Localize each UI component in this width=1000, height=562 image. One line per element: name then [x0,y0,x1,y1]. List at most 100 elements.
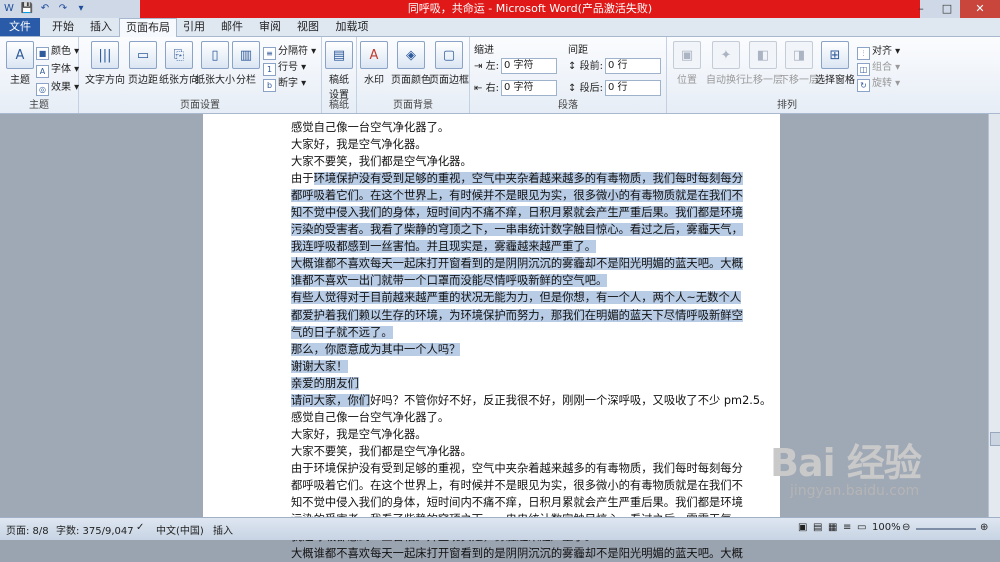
view-print-layout-icon[interactable]: ▣ [798,522,807,533]
indent-heading: 缩进 [474,45,494,56]
document-line[interactable]: 有些人觉得对于目前越来越严重的状况无能为力，但是你想，有一个人，两个人~无数个人 [291,289,742,306]
manuscript-setup-button[interactable]: ▤ 稿纸 设置 [322,41,356,101]
columns-button[interactable]: ▥ 分栏 [231,41,261,86]
watermark-label: 水印 [364,75,384,86]
position-button[interactable]: ▣ 位置 [669,41,705,86]
document-line[interactable]: 谢谢大家！ [291,358,701,375]
selected-text: 谁都不喜欢一出门就带一个口罩而没能尽情呼吸新鲜的空气吧。 [291,274,608,288]
status-insert-mode[interactable]: 插入 [213,522,233,537]
bring-forward-label: 上移一层 [743,75,783,86]
document-line[interactable]: 大家不要笑，我们都是空气净化器。 [291,443,701,460]
document-line[interactable]: 感觉自己像一台空气净化器了。 [291,119,701,136]
line-text: 大概谁都不喜欢每天一起床打开窗看到的是阴阴沉沉的雾霾却不是阳光明媚的蓝天吧。大概 [291,547,743,561]
spacing-before-spinner[interactable]: ↕ 段前: 0 行 [568,57,661,74]
document-page[interactable]: 感觉自己像一台空气净化器了。 大家好，我是空气净化器。 大家不要笑，我们都是空气净化… [203,114,780,560]
hyphenation-button[interactable]: b 断字 ▾ [263,74,306,92]
page-color-button[interactable]: ◈ 页面颜色 [391,41,431,86]
document-line[interactable]: 都呼吸着它们。在这个世界上，有时候并不是眼见为实，很多微小的有毒物质就是在我们不 [291,477,743,494]
selection-pane-button[interactable]: ⊞ 选择窗格 [815,41,855,86]
spacing-before-value[interactable]: 0 行 [604,58,661,74]
spacing-after-icon: ↕ [568,83,577,94]
document-line[interactable]: 感觉自己像一台空气净化器了。 [291,409,701,426]
margins-label: 页边距 [128,75,158,86]
selected-text: 我连呼吸都感到一丝害怕。并且现实是，雾霾越来越严重了。 [291,240,597,254]
document-line[interactable]: 气的日子就不远了。 [291,324,701,341]
themes-button[interactable]: A 主题 [2,41,38,86]
document-line[interactable]: 请问大家，你们好吗？不管你好不好，反正我很不好，刚刚一个深呼吸，又吸收了不少 p… [291,392,771,409]
zoom-out-icon[interactable]: ⊖ [902,522,910,533]
spelling-check-icon[interactable]: ✓ [136,522,144,533]
orientation-button[interactable]: ⎘ 纸张方向 [159,41,199,86]
hyphenation-icon: b [263,79,276,92]
tab-view[interactable]: 视图 [292,18,324,36]
indent-left-value[interactable]: 0 字符 [500,58,557,74]
document-line[interactable]: 知不觉中侵入我们的身体，短时间内不痛不痒，日积月累就会产生严重后果。我们都是环境 [291,494,743,511]
status-page-count[interactable]: 页面: 8/8 [6,522,49,537]
document-line[interactable]: 大家好，我是空气净化器。 [291,136,701,153]
document-line[interactable]: 由于环境保护没有受到足够的重视，空气中夹杂着越来越多的有毒物质，我们每时每刻每分 [291,170,743,187]
tab-insert[interactable]: 插入 [84,18,118,36]
document-line[interactable]: 知不觉中侵入我们的身体，短时间内不痛不痒，日积月累就会产生严重后果。我们都是环境 [291,204,743,221]
baidu-logo: Bai 经验 [770,441,922,485]
document-line[interactable]: 大概谁都不喜欢每天一起床打开窗看到的是阴阴沉沉的雾霾却不是阳光明媚的蓝天吧。大概 [291,255,743,272]
scrollbar-thumb[interactable] [990,432,1000,446]
zoom-in-icon[interactable]: ⊕ [980,522,988,533]
bring-forward-icon: ◧ [749,41,777,69]
paper-size-button[interactable]: ▯ 纸张大小 [195,41,235,86]
document-body[interactable]: 感觉自己像一台空气净化器了。 大家好，我是空气净化器。 大家不要笑，我们都是空气净化… [291,119,771,562]
close-button[interactable]: ✕ [960,0,1000,18]
view-draft-icon[interactable]: ▭ [857,522,866,533]
document-line[interactable]: 都呼吸着它们。在这个世界上，有时候并不是眼见为实，很多微小的有毒物质就是在我们不 [291,187,743,204]
indent-right-value[interactable]: 0 字符 [500,80,557,96]
undo-icon[interactable]: ↶ [38,1,52,15]
theme-fonts-button[interactable]: A 字体 ▾ [36,60,79,78]
view-outline-icon[interactable]: ≡ [843,522,851,533]
status-word-count[interactable]: 字数: 375/9,047 [56,522,134,537]
rotate-button[interactable]: ↻ 旋转 ▾ [857,74,900,92]
indent-left-spinner[interactable]: ⇥ 左: 0 字符 [474,57,557,74]
document-line[interactable]: 由于环境保护没有受到足够的重视，空气中夹杂着越来越多的有毒物质，我们每时每刻每分 [291,460,743,477]
tab-page-layout[interactable]: 页面布局 [119,18,177,37]
zoom-slider[interactable] [916,528,976,530]
watermark-button[interactable]: A 水印 [357,41,391,86]
text-direction-button[interactable]: ||| 文字方向 [83,41,127,86]
view-full-screen-icon[interactable]: ▤ [813,522,822,533]
document-line[interactable]: 那么，你愿意成为其中一个人吗？ [291,341,701,358]
document-line[interactable]: 都爱护着我们赖以生存的环境，为环境保护而努力，那我们在明媚的蓝天下尽情呼吸新鲜空 [291,307,743,324]
document-line[interactable]: 大家不要笑，我们都是空气净化器。 [291,153,701,170]
wrap-text-button[interactable]: ✦ 自动换行 [705,41,747,86]
document-line[interactable]: 我连呼吸都感到一丝害怕。并且现实是，雾霾越来越严重了。 [291,238,701,255]
tab-review[interactable]: 审阅 [254,18,286,36]
page-borders-button[interactable]: ▢ 页面边框 [429,41,469,86]
status-zoom-level[interactable]: 100% [872,522,901,533]
tab-home[interactable]: 开始 [44,18,82,36]
bring-forward-button[interactable]: ◧ 上移一层 [743,41,783,86]
spacing-after-spinner[interactable]: ↕ 段后: 0 行 [568,79,661,96]
tab-addins[interactable]: 加载项 [330,18,374,36]
document-line[interactable]: 亲爱的朋友们 [291,375,701,392]
spacing-after-value[interactable]: 0 行 [604,80,661,96]
send-backward-button[interactable]: ◨ 下移一层 [779,41,819,86]
margins-button[interactable]: ▭ 页边距 [125,41,161,86]
tab-mailings[interactable]: 邮件 [216,18,248,36]
word-app-icon[interactable]: W [2,1,16,15]
view-web-layout-icon[interactable]: ▦ [828,522,837,533]
tab-file[interactable]: 文件 [0,18,40,36]
theme-effects-button[interactable]: ◎ 效果 ▾ [36,78,79,96]
save-icon[interactable]: 💾 [20,1,34,15]
document-line[interactable]: 谁都不喜欢一出门就带一个口罩而没能尽情呼吸新鲜的空气吧。 [291,272,701,289]
document-line[interactable]: 污染的受害者。我看了柴静的穹顶之下，一串串统计数字触目惊心。看过之后，雾霾天气， [291,221,743,238]
redo-icon[interactable]: ↷ [56,1,70,15]
customize-qa-icon[interactable]: ▾ [74,1,88,15]
minimize-button[interactable]: – [908,0,934,18]
maximize-button[interactable]: □ [934,0,960,18]
tab-references[interactable]: 引用 [178,18,210,36]
document-line[interactable]: 大概谁都不喜欢每天一起床打开窗看到的是阴阴沉沉的雾霾却不是阳光明媚的蓝天吧。大概 [291,545,743,562]
line-text: 大家不要笑，我们都是空气净化器。 [291,155,472,169]
quick-access-toolbar: W 💾 ↶ ↷ ▾ [2,1,88,15]
line-text: 大家不要笑，我们都是空气净化器。 [291,444,472,458]
indent-right-spinner[interactable]: ⇤ 右: 0 字符 [474,79,557,96]
theme-colors-button[interactable]: ■ 颜色 ▾ [36,42,79,60]
status-language[interactable]: 中文(中国) [156,522,204,537]
document-line[interactable]: 大家好，我是空气净化器。 [291,426,701,443]
